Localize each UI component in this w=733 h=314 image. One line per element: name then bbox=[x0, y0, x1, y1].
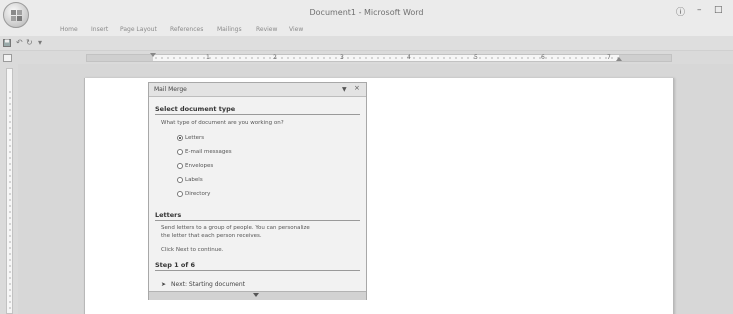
mail-merge-pane: Mail Merge ▼ × Select document type What… bbox=[148, 82, 367, 300]
maximize-icon[interactable]: □ bbox=[714, 5, 723, 15]
option-label: Labels bbox=[185, 177, 203, 183]
next-label: Next: Starting document bbox=[171, 281, 246, 288]
horizontal-ruler[interactable]: 1 2 3 4 5 6 7 bbox=[86, 53, 672, 62]
pane-scroll-bar[interactable] bbox=[149, 291, 366, 300]
document-workspace bbox=[18, 64, 733, 314]
divider bbox=[155, 270, 360, 271]
left-margin-area bbox=[87, 55, 153, 61]
ruler-number: 5 bbox=[474, 54, 478, 61]
tab-references[interactable]: References bbox=[170, 26, 203, 33]
ruler-number: 2 bbox=[273, 54, 277, 61]
right-margin-area bbox=[619, 55, 671, 61]
minimize-icon[interactable]: – bbox=[697, 5, 702, 15]
select-type-question: What type of document are you working on… bbox=[161, 120, 284, 126]
quick-access-toolbar: ↶ ↻ ▾ bbox=[0, 36, 733, 50]
dropdown-icon[interactable]: ▾ bbox=[38, 39, 42, 47]
divider bbox=[155, 220, 360, 221]
ruler-number: 6 bbox=[541, 54, 545, 61]
help-icon[interactable]: ⓘ bbox=[676, 5, 685, 18]
option-label: Envelopes bbox=[185, 163, 214, 169]
select-type-heading: Select document type bbox=[155, 105, 236, 113]
tab-view[interactable]: View bbox=[289, 26, 303, 33]
radio-selected[interactable] bbox=[177, 135, 183, 141]
first-line-indent-marker[interactable] bbox=[150, 53, 156, 57]
ruler-number: 1 bbox=[206, 54, 210, 61]
radio-unselected[interactable] bbox=[177, 177, 183, 183]
step-heading: Step 1 of 6 bbox=[155, 261, 195, 269]
window-title: Document1 - Microsoft Word bbox=[309, 8, 424, 17]
letters-description: the letter that each person receives. bbox=[161, 233, 262, 239]
vertical-ruler[interactable] bbox=[0, 64, 18, 314]
tab-home[interactable]: Home bbox=[60, 26, 78, 33]
scroll-down-icon[interactable] bbox=[253, 293, 259, 297]
save-icon[interactable] bbox=[3, 39, 11, 47]
word-window: Document1 - Microsoft Word ⓘ – □ Home In… bbox=[0, 0, 733, 314]
radio-unselected[interactable] bbox=[177, 191, 183, 197]
tab-mailings[interactable]: Mailings bbox=[217, 26, 242, 33]
horizontal-ruler-bar: 1 2 3 4 5 6 7 bbox=[0, 50, 733, 65]
title-bar: Document1 - Microsoft Word ⓘ – □ Home In… bbox=[0, 0, 733, 36]
letters-description: Send letters to a group of people. You c… bbox=[161, 225, 310, 231]
pane-options-icon[interactable]: ▼ bbox=[342, 86, 347, 93]
radio-unselected[interactable] bbox=[177, 149, 183, 155]
tab-insert[interactable]: Insert bbox=[91, 26, 108, 33]
close-icon[interactable]: × bbox=[354, 85, 360, 92]
undo-icon[interactable]: ↶ bbox=[16, 39, 23, 47]
ruler-ticks bbox=[153, 57, 619, 59]
ruler-number: 4 bbox=[407, 54, 411, 61]
radio-unselected[interactable] bbox=[177, 163, 183, 169]
tab-review[interactable]: Review bbox=[256, 26, 277, 33]
ruler-number: 7 bbox=[607, 54, 611, 61]
letters-heading: Letters bbox=[155, 211, 182, 219]
option-label: Directory bbox=[185, 191, 211, 197]
divider bbox=[155, 114, 360, 115]
redo-icon[interactable]: ↻ bbox=[26, 39, 33, 47]
arrow-right-icon: ➤ bbox=[161, 281, 167, 288]
tab-page-layout[interactable]: Page Layout bbox=[120, 26, 157, 33]
ruler-number: 3 bbox=[340, 54, 344, 61]
vertical-ruler-ticks bbox=[9, 89, 11, 309]
tab-selector[interactable] bbox=[3, 54, 12, 62]
option-label: Letters bbox=[185, 135, 205, 141]
pane-header: Mail Merge ▼ × bbox=[149, 83, 366, 97]
right-indent-marker[interactable] bbox=[616, 57, 622, 61]
pane-title: Mail Merge bbox=[154, 86, 187, 93]
option-label: E-mail messages bbox=[185, 149, 232, 155]
vertical-ruler-track bbox=[6, 68, 13, 314]
continue-hint: Click Next to continue. bbox=[161, 247, 224, 253]
